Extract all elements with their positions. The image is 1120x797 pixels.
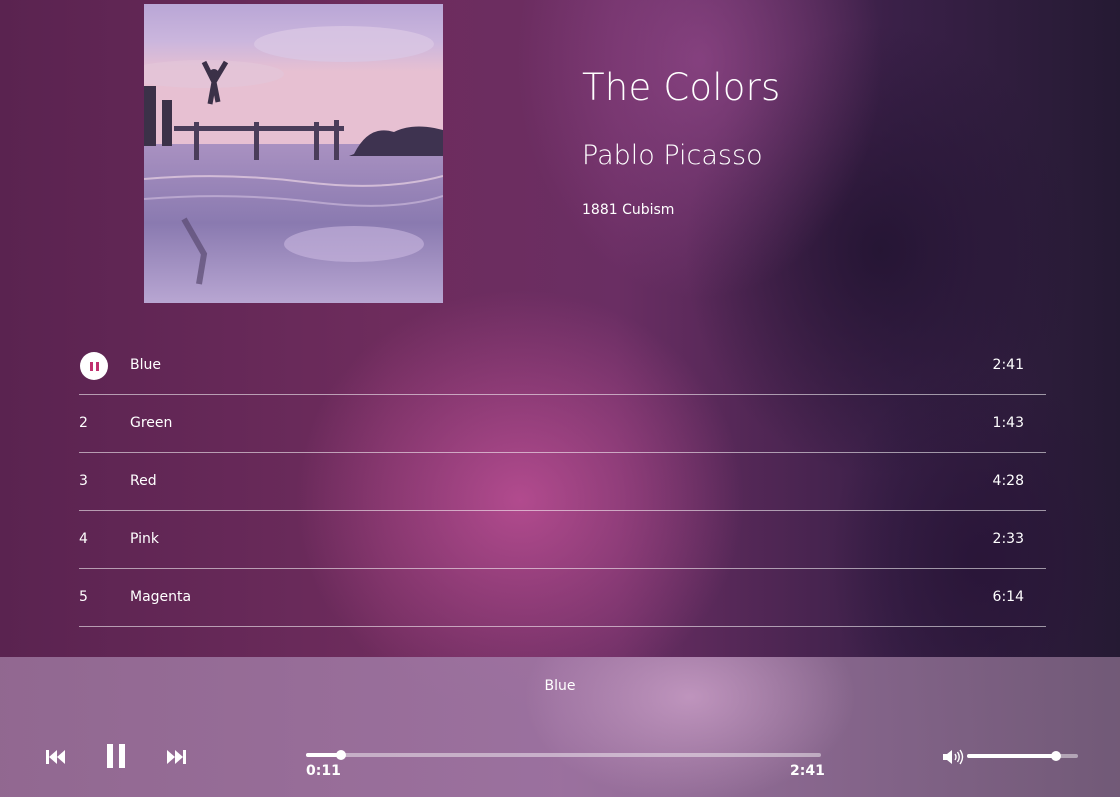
pause-icon[interactable]: [107, 744, 125, 768]
skip-previous-icon[interactable]: [46, 749, 66, 765]
album-meta: 1881 Cubism: [582, 202, 675, 218]
album-artist: Pablo Picasso: [582, 140, 763, 171]
volume-slider[interactable]: [967, 751, 1078, 761]
track-duration: 4:28: [992, 473, 1024, 489]
track-title: Blue: [130, 357, 161, 373]
track-number: 5: [79, 589, 88, 605]
track-row-green[interactable]: 2 Green 1:43: [79, 395, 1046, 453]
total-time: 2:41: [790, 763, 825, 779]
album-title: The Colors: [582, 66, 781, 109]
track-title: Pink: [130, 531, 160, 547]
volume-fill: [967, 754, 1056, 758]
track-row-blue[interactable]: Blue 2:41: [79, 337, 1046, 395]
track-row-pink[interactable]: 4 Pink 2:33: [79, 511, 1046, 569]
track-title: Magenta: [130, 589, 192, 605]
now-playing-title: Blue: [544, 678, 576, 694]
volume-handle[interactable]: [1050, 751, 1061, 761]
track-title: Green: [130, 415, 173, 431]
track-duration: 1:43: [992, 415, 1024, 431]
progress-bar[interactable]: [306, 750, 821, 760]
track-row-red[interactable]: 3 Red 4:28: [79, 453, 1046, 511]
track-number: 2: [79, 415, 88, 431]
tracklist: Blue 2:41 2 Green 1:43 3 Red 4:28 4 Pink…: [79, 337, 1046, 627]
now-playing-pause-icon[interactable]: [80, 352, 108, 380]
player-bar: Blue 0:11 2:41: [0, 657, 1120, 797]
skip-next-icon[interactable]: [166, 749, 186, 765]
track-title: Red: [130, 473, 157, 489]
track-duration: 6:14: [992, 589, 1024, 605]
track-row-magenta[interactable]: 5 Magenta 6:14: [79, 569, 1046, 627]
album-cover: [144, 4, 443, 303]
track-number: 3: [79, 473, 88, 489]
volume-icon[interactable]: [943, 749, 965, 765]
track-duration: 2:41: [992, 357, 1024, 373]
current-time: 0:11: [306, 763, 341, 779]
progress-handle[interactable]: [336, 750, 347, 760]
track-duration: 2:33: [992, 531, 1024, 547]
track-number: 4: [79, 531, 88, 547]
